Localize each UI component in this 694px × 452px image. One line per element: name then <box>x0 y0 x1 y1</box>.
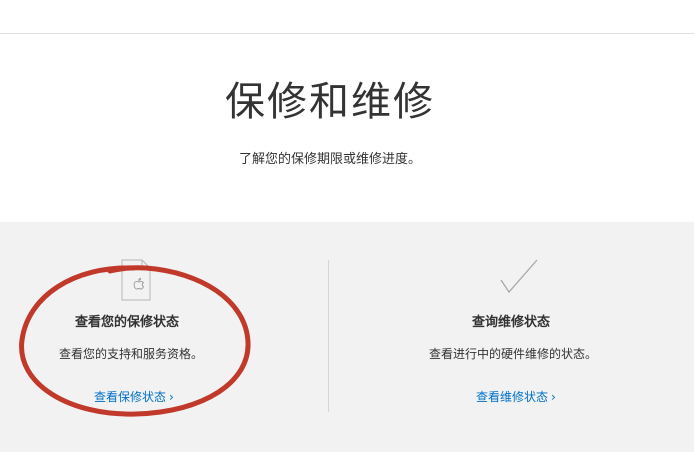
page-title: 保修和维修 <box>225 79 435 125</box>
repair-status-card: 查询维修状态 查看进行中的硬件维修的状态。 查看维修状态 › <box>329 222 694 452</box>
repair-card-title: 查询维修状态 <box>472 315 551 330</box>
view-warranty-status-link[interactable]: 查看保修状态 › <box>94 388 174 406</box>
view-repair-status-label: 查看维修状态 <box>476 390 549 404</box>
warranty-status-card: 查看您的保修状态 查看您的支持和服务资格。 查看保修状态 › <box>0 222 328 452</box>
page-subtitle: 了解您的保修期限或维修进度。 <box>238 152 421 167</box>
warranty-card-description: 查看您的支持和服务资格。 <box>59 347 204 361</box>
chevron-right-icon: › <box>169 390 174 404</box>
chevron-right-icon: › <box>551 390 556 404</box>
warranty-card-title: 查看您的保修状态 <box>75 315 180 330</box>
checkmark-icon <box>500 259 538 294</box>
view-repair-status-link[interactable]: 查看维修状态 › <box>476 388 556 406</box>
repair-card-description: 查看进行中的硬件维修的状态。 <box>429 347 598 361</box>
view-warranty-status-label: 查看保修状态 <box>94 390 167 404</box>
document-apple-icon <box>121 259 151 301</box>
